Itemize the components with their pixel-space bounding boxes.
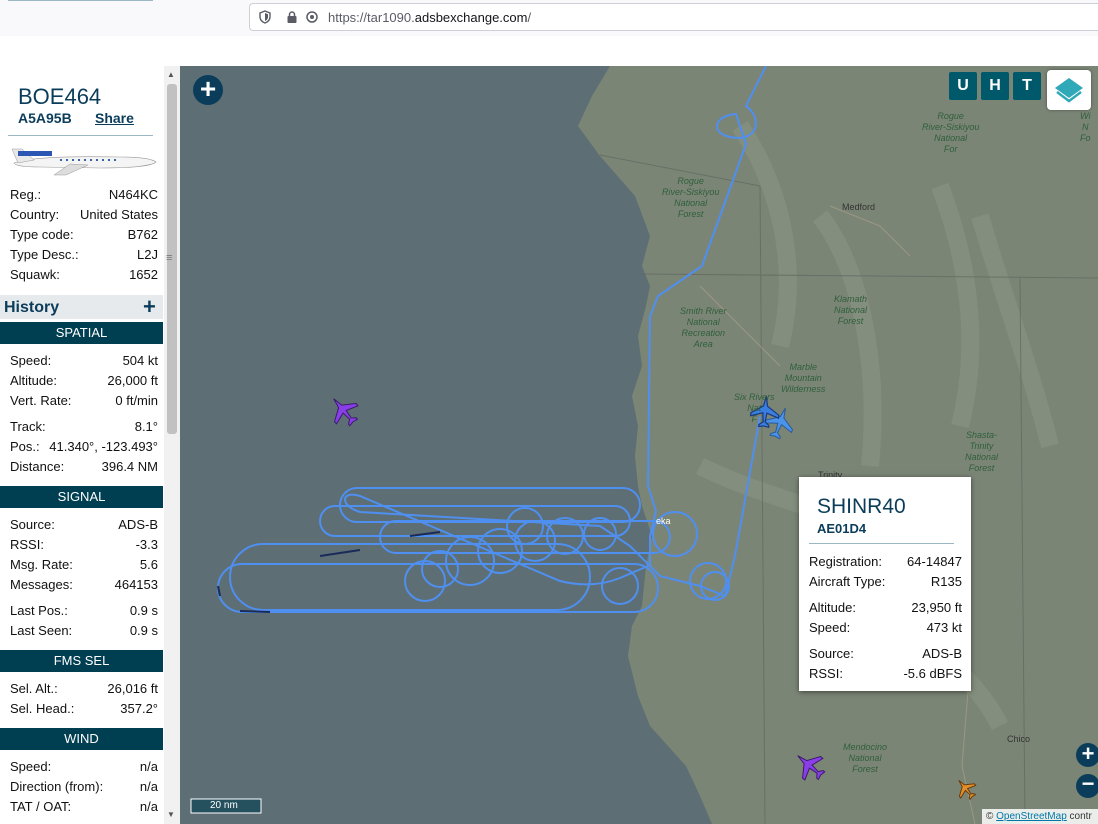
divider <box>8 135 153 136</box>
info-row-country: Country: United States <box>10 207 158 222</box>
t-button[interactable]: T <box>1013 72 1041 100</box>
aircraft-popup[interactable]: SHINR40 AE01D4 Registration: 64-14847 Air… <box>799 477 971 691</box>
place-rogue-river: Rogue River-Siskiyou National Forest <box>662 176 720 219</box>
zoom-in-icon[interactable]: + <box>1076 743 1098 767</box>
place-smith-river: Smith River National Recreation Area <box>680 306 727 349</box>
wind-row-speed: Speed: n/a <box>10 759 158 774</box>
signal-row-source: Source: ADS-B <box>10 517 158 532</box>
signal-row-messages: Messages: 464153 <box>10 577 158 592</box>
signal-row-last-seen: Last Seen: 0.9 s <box>10 623 158 638</box>
place-klamath: Klamath National Forest <box>834 294 868 326</box>
shield-icon <box>259 10 271 24</box>
section-fms-header: FMS SEL <box>0 650 163 672</box>
layers-button[interactable] <box>1047 70 1091 110</box>
browser-chrome: https://tar1090.adsbexchange.com/ <box>0 0 1098 67</box>
popup-row-aircraft-type: Aircraft Type: R135 <box>809 574 962 589</box>
map-view[interactable] <box>180 66 1098 824</box>
history-label: History <box>4 299 60 316</box>
scale-label: 20 nm <box>210 800 238 811</box>
aircraft-thumbnail <box>11 148 157 176</box>
land <box>578 66 1098 824</box>
signal-row-last-pos: Last Pos.: 0.9 s <box>10 603 158 618</box>
browser-toolbar-strip <box>0 36 1098 66</box>
section-spatial-header: SPATIAL <box>0 322 163 344</box>
city-eureka: eka <box>656 516 671 526</box>
map-attribution: © OpenStreetMap contr <box>982 809 1098 824</box>
spatial-row-speed: Speed: 504 kt <box>10 353 158 368</box>
popup-callsign: SHINR40 <box>817 495 906 518</box>
selected-hex: A5A95B <box>18 110 72 126</box>
popup-row-source: Source: ADS-B <box>809 646 962 661</box>
u-button[interactable]: U <box>949 72 977 100</box>
popup-row-speed: Speed: 473 kt <box>809 620 962 635</box>
lock-icon <box>287 11 297 23</box>
place-wi-edge: Wi N Fo <box>1080 111 1091 143</box>
selected-callsign: BOE464 <box>18 84 102 109</box>
popup-hex: AE01D4 <box>817 521 867 536</box>
spatial-row-vert-rate: Vert. Rate: 0 ft/min <box>10 393 158 408</box>
info-row-reg: Reg.: N464KC <box>10 187 158 202</box>
popup-divider <box>809 543 954 544</box>
h-button[interactable]: H <box>981 72 1009 100</box>
scroll-down-arrow-icon[interactable]: ▼ <box>167 810 175 819</box>
wind-row-tat-oat: TAT / OAT: n/a <box>10 799 158 814</box>
spatial-row-position: Pos.: 41.340°, -123.493° <box>10 439 158 454</box>
spatial-row-track: Track: 8.1° <box>10 419 158 434</box>
wind-row-direction: Direction (from): n/a <box>10 779 158 794</box>
signal-row-msg-rate: Msg. Rate: 5.6 <box>10 557 158 572</box>
place-marble-mountain: Marble Mountain Wilderness <box>781 362 826 394</box>
popup-row-altitude: Altitude: 23,950 ft <box>809 600 962 615</box>
info-row-squawk: Squawk: 1652 <box>10 267 158 282</box>
share-link[interactable]: Share <box>95 110 134 126</box>
url-text[interactable]: https://tar1090.adsbexchange.com/ <box>328 10 531 25</box>
info-row-type-code: Type code: B762 <box>10 227 158 242</box>
scroll-up-arrow-icon[interactable]: ▲ <box>167 70 175 79</box>
section-signal-header: SIGNAL <box>0 486 163 508</box>
place-rogue-river-2: Rogue River-Siskiyou National For <box>922 111 980 154</box>
info-row-type-desc: Type Desc.: L2J <box>10 247 158 262</box>
spatial-row-altitude: Altitude: 26,000 ft <box>10 373 158 388</box>
layers-icon <box>1055 78 1083 103</box>
url-bar[interactable]: https://tar1090.adsbexchange.com/ <box>249 3 1098 31</box>
section-wind-header: WIND <box>0 728 163 750</box>
zoom-out-icon[interactable]: − <box>1076 773 1098 798</box>
map-canvas[interactable] <box>180 66 1098 824</box>
spacer <box>8 0 153 1</box>
popup-row-rssi: RSSI: -5.6 dBFS <box>809 666 962 681</box>
add-plus-icon[interactable]: + <box>193 75 223 105</box>
signal-row-rssi: RSSI: -3.3 <box>10 537 158 552</box>
spatial-row-distance: Distance: 396.4 NM <box>10 459 158 474</box>
place-mendocino: Mendocino National Forest <box>843 742 888 774</box>
city-chico: Chico <box>1007 734 1031 744</box>
city-medford: Medford <box>842 202 876 212</box>
fms-row-sel-head: Sel. Head.: 357.2° <box>10 701 158 716</box>
place-shasta-trinity: Shasta- Trinity National Forest <box>965 430 999 473</box>
popup-row-registration: Registration: 64-14847 <box>809 554 962 569</box>
resize-grip-icon[interactable]: ≡ <box>166 252 172 264</box>
fms-row-sel-alt: Sel. Alt.: 26,016 ft <box>10 681 158 696</box>
tracking-protection-icon <box>306 11 318 23</box>
place-six-rivers: Six Rivers Nat F <box>734 392 775 424</box>
history-expand-button[interactable]: + <box>143 294 156 320</box>
openstreetmap-link[interactable]: OpenStreetMap <box>996 811 1067 822</box>
